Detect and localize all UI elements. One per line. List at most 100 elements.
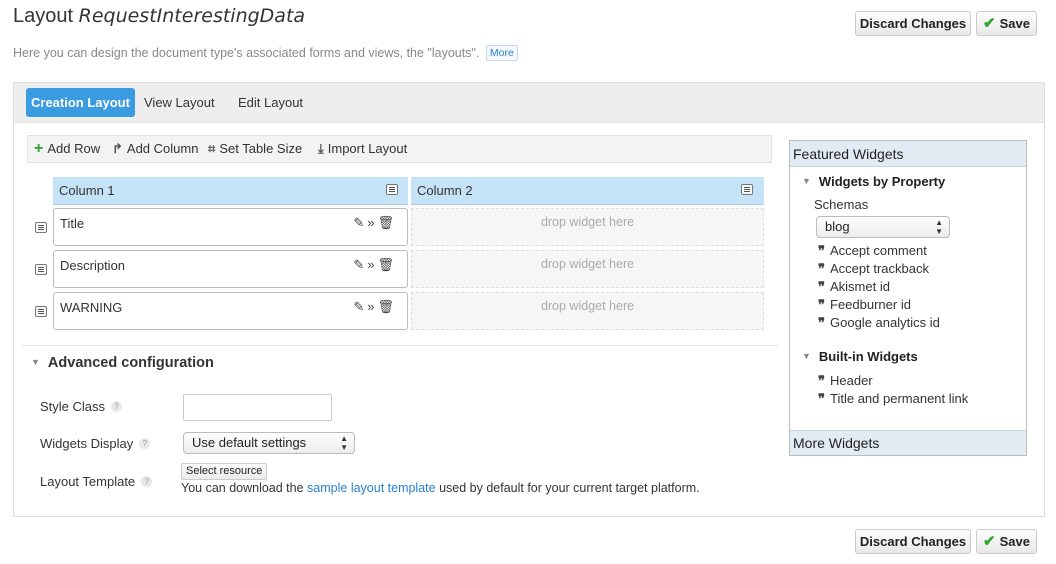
plus-icon: + [34,140,44,157]
select-arrows-icon: ▲ ▼ [935,218,943,236]
column-header-2: Column 2 [411,177,764,205]
row-menu-icon[interactable] [35,222,47,233]
add-column-button[interactable]: ↱ Add Column [112,141,198,157]
help-icon[interactable]: ? [141,476,153,487]
widget-item[interactable]: ❞ Feedburner id [818,297,911,313]
save-button-bottom[interactable]: ✔ Save [976,529,1037,554]
resize-icon: ⌗ [208,141,216,156]
widgets-display-select[interactable]: Use default settings ▲ ▼ [183,432,355,454]
edit-pencil-icon[interactable]: ✎ [353,257,367,272]
widget-item-label: Accept comment [830,243,927,258]
widgets-by-property-toggle[interactable]: ▼ Widgets by Property [802,174,945,189]
widget-label: WARNING [60,300,123,315]
schema-select-value: blog [825,219,850,234]
help-icon[interactable]: ? [139,438,151,449]
discard-label: Discard Changes [859,16,967,31]
column-header-1: Column 1 [53,177,408,205]
row-menu-icon[interactable] [35,264,47,275]
hint-after: used by default for your current target … [439,481,700,495]
edit-pencil-icon[interactable]: ✎ [353,215,367,230]
triangle-down-icon: ▼ [802,176,811,186]
page-subtitle: Here you can design the document type's … [13,45,518,61]
quote-icon: ❞ [818,280,825,295]
page-title: Layout RequestInterestingData [13,5,305,28]
quote-icon: ❞ [818,374,825,389]
add-row-button[interactable]: + Add Row [34,140,100,157]
layout-template-text: Layout Template [40,474,136,489]
discard-label: Discard Changes [859,534,967,549]
more-link[interactable]: More [485,45,518,61]
drop-zone[interactable]: drop widget here [411,250,764,288]
download-icon: ⤓ [318,141,324,156]
quote-icon: ❞ [818,316,825,331]
widget-item[interactable]: ❞ Header [818,373,873,389]
set-table-size-button[interactable]: ⌗ Set Table Size [208,141,302,157]
set-table-size-label: Set Table Size [219,141,303,156]
quote-icon: ❞ [818,392,825,407]
forward-icon[interactable]: » [367,215,377,230]
widget-tools: ✎»🗑 [353,257,397,273]
trash-icon[interactable]: 🗑 [377,215,397,230]
select-arrows-icon: ▲ ▼ [340,434,348,452]
row-menu-icon[interactable] [35,306,47,317]
tab-view-layout[interactable]: View Layout [139,88,220,117]
advanced-config-toggle[interactable]: ▼ Advanced configuration [31,355,214,371]
drop-zone[interactable]: drop widget here [411,208,764,246]
widget-item[interactable]: ❞ Akismet id [818,279,890,295]
widgets-display-label: Widgets Display? [40,436,151,451]
schema-select[interactable]: blog ▲ ▼ [816,216,950,238]
sample-template-link[interactable]: sample layout template [307,481,436,495]
discard-changes-button-bottom[interactable]: Discard Changes [855,529,971,554]
widgets-display-value: Use default settings [192,435,307,450]
discard-changes-button-top[interactable]: Discard Changes [855,11,971,36]
divider [22,345,778,346]
quote-icon: ❞ [818,244,825,259]
widget-item[interactable]: ❞ Accept comment [818,243,927,259]
widget-item[interactable]: ❞ Title and permanent link [818,391,968,407]
trash-icon[interactable]: 🗑 [377,257,397,272]
widgets-display-text: Widgets Display [40,436,134,451]
page-title-prefix: Layout [13,5,74,27]
widget-cell[interactable]: WARNING ✎»🗑 [53,292,408,330]
widget-item[interactable]: ❞ Accept trackback [818,261,929,277]
select-resource-button[interactable]: Select resource [181,463,268,480]
widget-tools: ✎»🗑 [353,299,397,315]
widget-label: Description [60,258,126,273]
save-label: Save [999,16,1030,31]
triangle-down-icon: ▼ [802,351,811,361]
widget-item-label: Accept trackback [830,261,929,276]
triangle-down-icon: ▼ [31,357,40,367]
style-class-text: Style Class [40,399,106,414]
trash-icon[interactable]: 🗑 [377,299,397,314]
column-menu-icon[interactable] [741,184,753,195]
import-layout-button[interactable]: ⤓ Import Layout [318,141,407,157]
hint-before: You can download the [181,481,304,495]
featured-widgets-title: Featured Widgets [790,141,1026,167]
tab-creation-layout[interactable]: Creation Layout [26,88,135,117]
column-menu-icon[interactable] [386,184,398,195]
widget-item-label: Feedburner id [830,297,911,312]
forward-icon[interactable]: » [367,257,377,272]
drop-zone[interactable]: drop widget here [411,292,764,330]
import-layout-label: Import Layout [327,141,408,156]
save-label: Save [999,534,1030,549]
forward-icon[interactable]: » [367,299,377,314]
tab-edit-layout[interactable]: Edit Layout [233,88,308,117]
style-class-input[interactable] [183,394,332,421]
widget-cell[interactable]: Title ✎»🗑 [53,208,408,246]
template-hint: You can download the sample layout templ… [181,481,700,495]
page-title-doctype: RequestInterestingData [78,5,306,27]
widget-tools: ✎»🗑 [353,215,397,231]
builtin-widgets-toggle[interactable]: ▼ Built-in Widgets [802,349,918,364]
widgets-by-property-title: Widgets by Property [818,174,946,189]
save-button-top[interactable]: ✔ Save [976,11,1037,36]
edit-pencil-icon[interactable]: ✎ [353,299,367,314]
widget-item-label: Google analytics id [830,315,940,330]
widget-cell[interactable]: Description ✎»🗑 [53,250,408,288]
quote-icon: ❞ [818,298,825,313]
more-widgets-link[interactable]: More Widgets [790,430,1026,455]
widget-item[interactable]: ❞ Google analytics id [818,315,940,331]
widget-item-label: Akismet id [830,279,890,294]
help-icon[interactable]: ? [111,401,123,412]
column-header-label: Column 1 [59,183,115,198]
